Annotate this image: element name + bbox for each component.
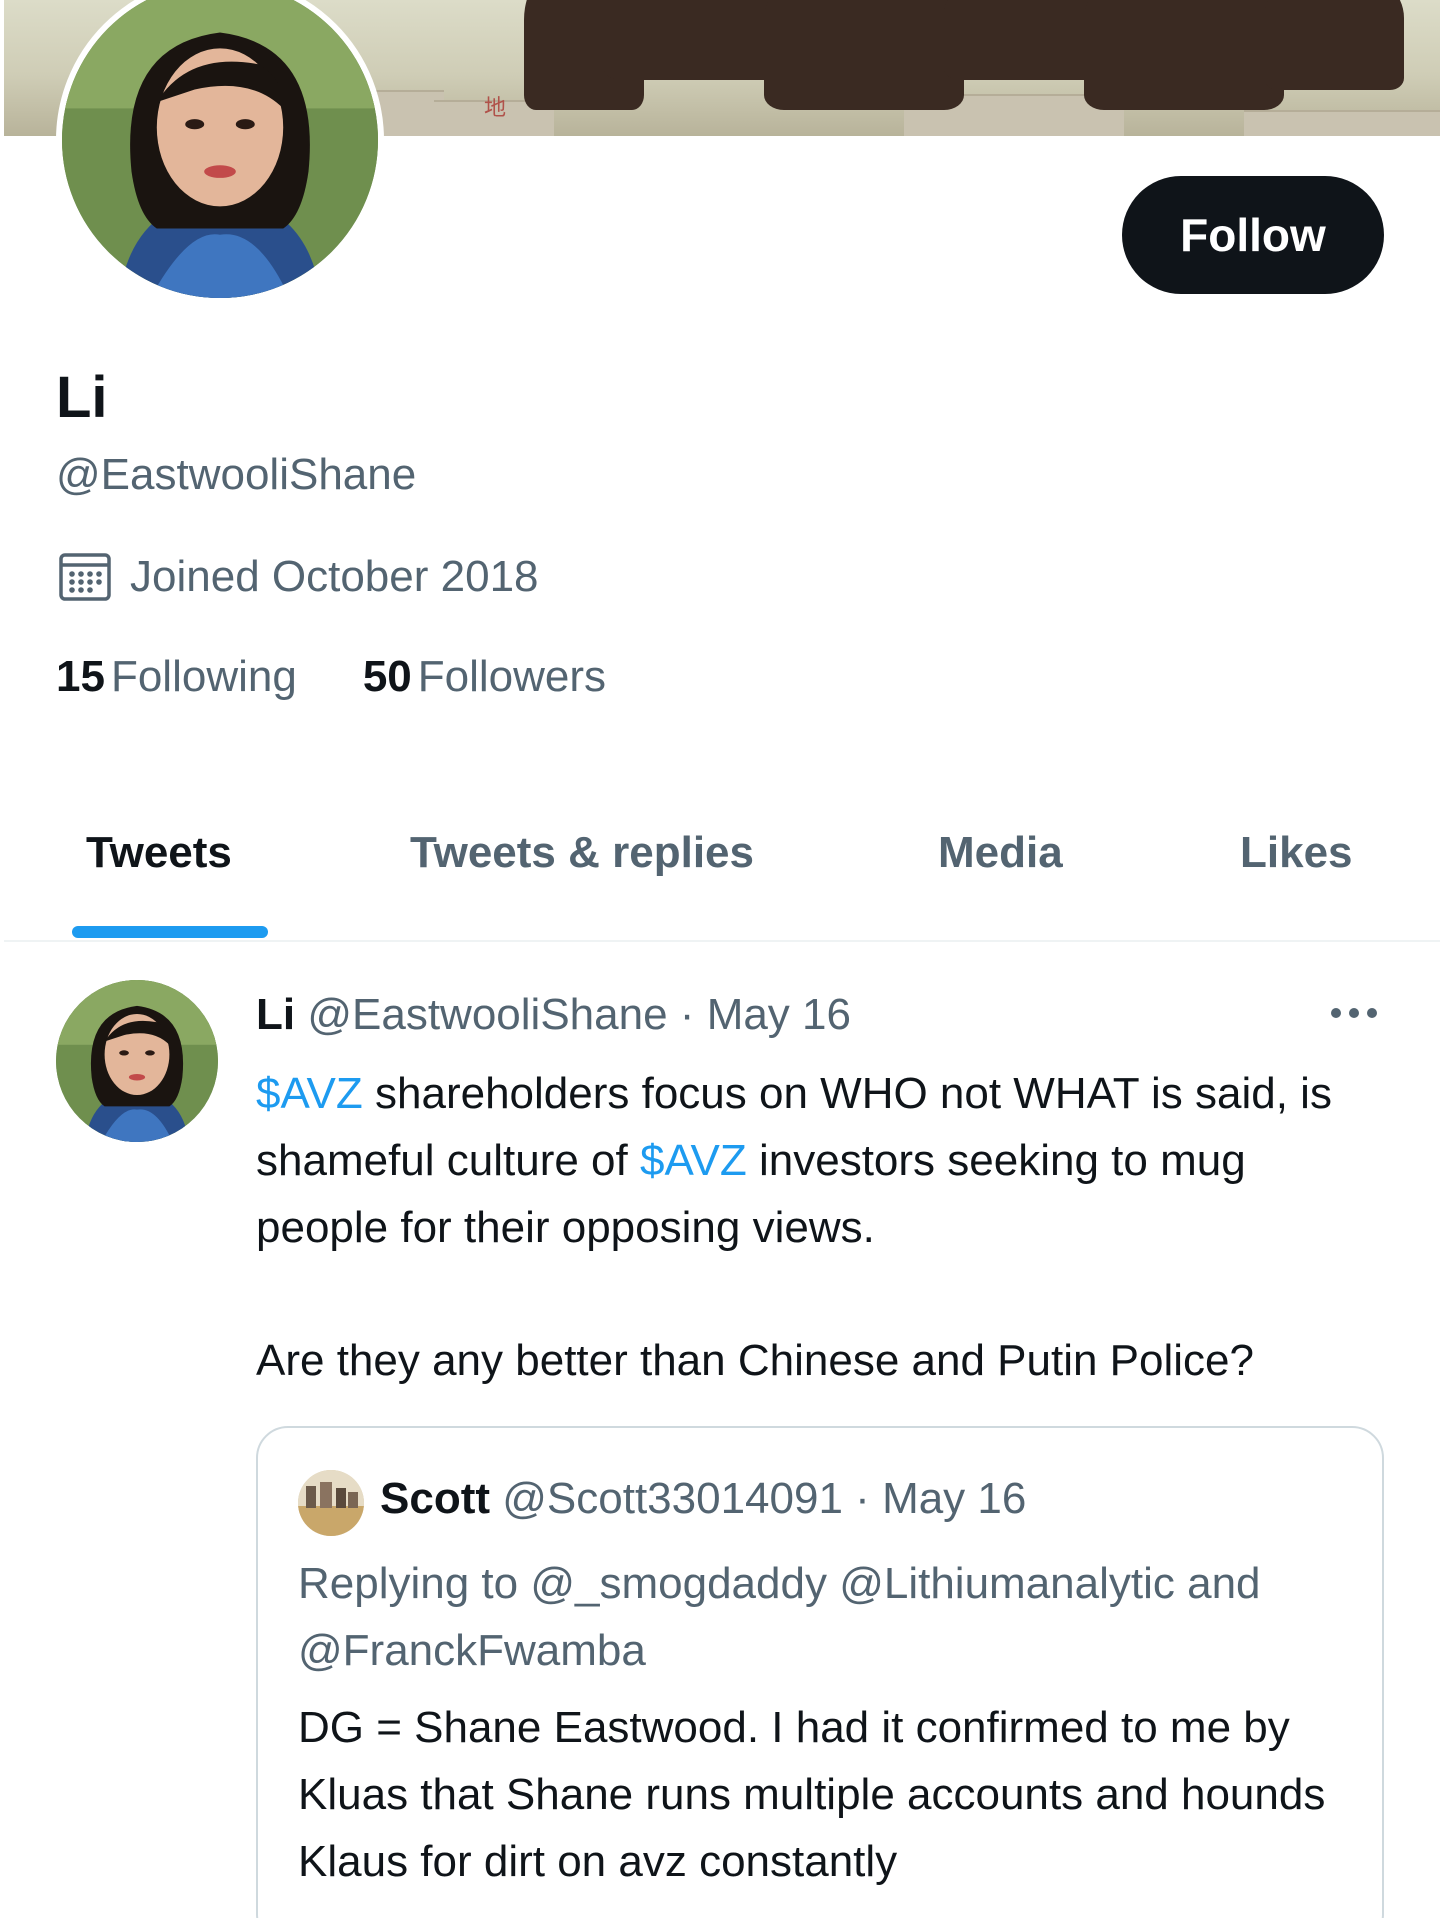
- tweet-header: Li @EastwooliShane · May 16: [256, 990, 851, 1040]
- profile-avatar[interactable]: [56, 0, 384, 304]
- profile-tabs: Tweets Tweets & replies Media Likes: [4, 800, 1440, 942]
- following-link[interactable]: 15 Following: [56, 652, 297, 702]
- followers-link[interactable]: 50 Followers: [363, 652, 606, 702]
- cashtag-link[interactable]: $AVZ: [640, 1136, 747, 1185]
- joined-text: Joined October 2018: [130, 552, 539, 601]
- quoted-separator: ·: [855, 1474, 870, 1523]
- tab-tweets[interactable]: Tweets: [86, 828, 232, 878]
- avatar-portrait: [62, 0, 378, 298]
- tweet-date[interactable]: May 16: [707, 990, 851, 1039]
- quoted-tweet[interactable]: Scott @Scott33014091 · May 16 Replying t…: [256, 1426, 1384, 1918]
- tweet-author-handle[interactable]: @EastwooliShane: [307, 990, 667, 1039]
- quoted-header: Scott @Scott33014091 · May 16: [380, 1474, 1026, 1524]
- tweet-paragraph-2: Are they any better than Chinese and Put…: [256, 1336, 1254, 1385]
- active-tab-indicator: [72, 926, 268, 938]
- cashtag-link[interactable]: $AVZ: [256, 1069, 363, 1118]
- tab-likes[interactable]: Likes: [1240, 828, 1353, 878]
- quoted-date[interactable]: May 16: [882, 1474, 1026, 1523]
- profile-name: Li: [56, 365, 108, 430]
- tweet-author-name[interactable]: Li: [256, 990, 295, 1039]
- tweet-paragraph-1: $AVZ shareholders focus on WHO not WHAT …: [256, 1060, 1386, 1261]
- profile-handle: @EastwooliShane: [56, 450, 417, 499]
- tab-tweets-replies[interactable]: Tweets & replies: [410, 828, 754, 878]
- joined-date: Joined October 2018: [58, 552, 539, 602]
- banner-sign: 地: [484, 95, 507, 120]
- tab-media[interactable]: Media: [938, 828, 1063, 878]
- calendar-icon: [59, 553, 111, 601]
- profile-stats: 15 Following 50 Followers: [56, 652, 606, 702]
- quoted-author-handle[interactable]: @Scott33014091: [502, 1474, 843, 1523]
- following-label: Following: [110, 652, 297, 701]
- profile-page: 地 Follow Li @EastwooliShane Joined Octob…: [0, 0, 1440, 1918]
- quoted-avatar-image: [298, 1470, 364, 1536]
- more-dots-icon[interactable]: [1328, 1000, 1380, 1026]
- followers-count: 50: [362, 652, 412, 701]
- tweet-text: $AVZ shareholders focus on WHO not WHAT …: [256, 1060, 1386, 1394]
- followers-label: Followers: [417, 652, 607, 701]
- following-count: 15: [56, 652, 105, 701]
- replying-to[interactable]: Replying to @_smogdaddy @Lithiumanalytic…: [298, 1550, 1358, 1684]
- quoted-author-name[interactable]: Scott: [380, 1474, 490, 1523]
- follow-button[interactable]: Follow: [1122, 176, 1384, 294]
- tweet-avatar[interactable]: [56, 980, 218, 1142]
- tweet-separator: ·: [679, 990, 695, 1039]
- quoted-avatar[interactable]: [298, 1470, 364, 1536]
- tweet-avatar-portrait: [56, 980, 218, 1142]
- quoted-text: DG = Shane Eastwood. I had it confirmed …: [298, 1703, 1326, 1886]
